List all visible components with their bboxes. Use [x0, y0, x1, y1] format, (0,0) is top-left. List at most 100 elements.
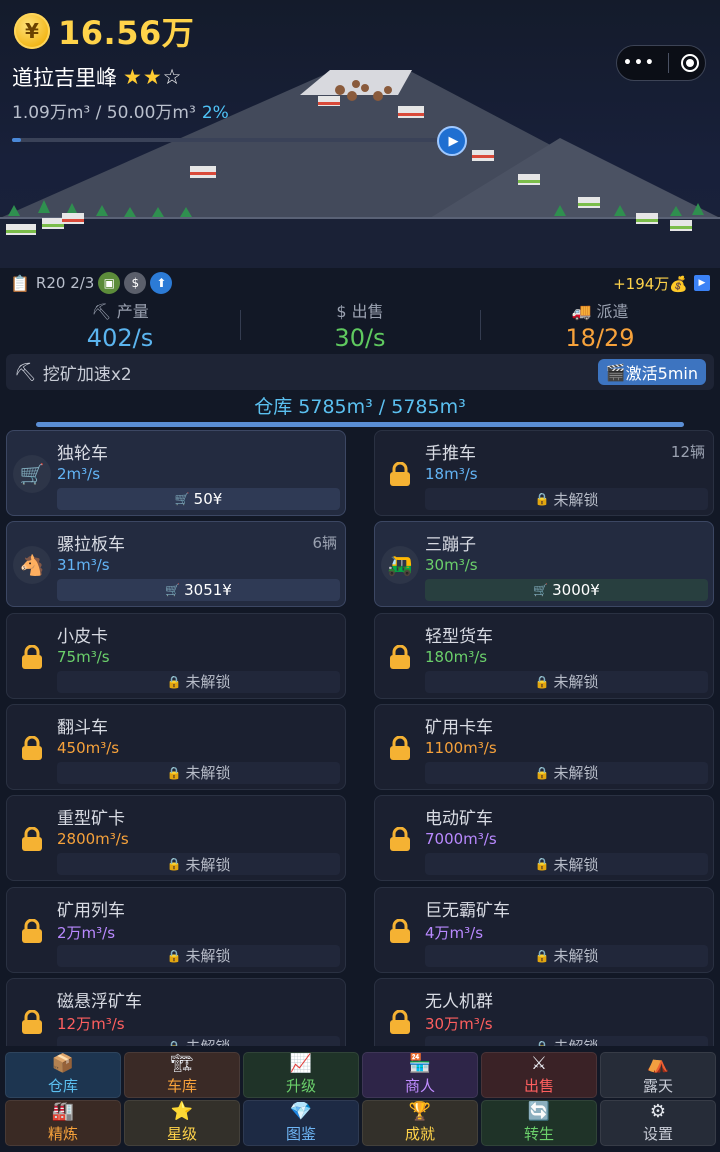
vehicle-name: 翻斗车 [57, 717, 108, 738]
production-value: 402/s [86, 324, 154, 352]
vehicle-rate: 75m³/s [57, 647, 110, 666]
gain-amount: +194万💰 [613, 274, 688, 293]
vehicle-card[interactable]: 翻斗车 450m³/s 🔒 未解锁 [6, 703, 346, 790]
cart-small-icon: 🛒 [174, 492, 190, 506]
star-empty-icon: ☆ [162, 65, 183, 89]
play-button[interactable]: ▶ [437, 126, 467, 156]
vehicle-card[interactable]: 重型矿卡 2800m³/s 🔒 未解锁 [6, 795, 346, 882]
dispatch-label: 派遣 [596, 302, 629, 321]
vehicle-rate: 4万m³/s [425, 923, 484, 942]
vehicle-button-label: 3000¥ [552, 581, 600, 600]
tuktuk-icon: 🛺 [381, 546, 419, 585]
lock-small-icon: 🔒 [534, 492, 550, 506]
shop-icon: 🏪 [408, 1053, 432, 1074]
buy-vehicle-button[interactable]: 🛒 3000¥ [425, 579, 708, 602]
vehicle-name: 三蹦子 [425, 535, 476, 556]
vehicle-rate: 30m³/s [425, 556, 478, 575]
buy-vehicle-button[interactable]: 🛒 50¥ [57, 488, 340, 510]
mine-stars: ★★☆ [123, 65, 182, 89]
cart-small-icon: 🛒 [533, 583, 549, 598]
warehouse-bar [36, 422, 684, 427]
vehicle-rate: 18m³/s [425, 465, 478, 483]
star-icon: ⭐ [170, 1101, 194, 1122]
vehicle-name: 小皮卡 [57, 626, 108, 647]
mine-title: 道拉吉里峰 ★★☆ [12, 62, 182, 92]
vehicle-name: 矿用列车 [57, 900, 125, 921]
vehicle-card[interactable]: 矿用列车 2万m³/s 🔒 未解锁 [6, 886, 346, 973]
vehicle-button-label: 3051¥ [184, 581, 232, 600]
nav-camp[interactable]: ⛺ 露天 [600, 1052, 716, 1098]
mine-progress-volume: 1.09万m³ / 50.00万m³ [12, 103, 196, 123]
vehicle-card[interactable]: 磁悬浮矿车 12万m³/s 🔒未解锁 [6, 977, 346, 1046]
gem-icon: 💎 [289, 1101, 313, 1122]
nav-garage[interactable]: 🏗 车库 [124, 1052, 240, 1098]
vehicle-card[interactable]: 巨无霸矿车 4万m³/s 🔒 未解锁 [374, 886, 714, 973]
vehicle-name: 重型矿卡 [57, 809, 125, 830]
cart-icon: 🛒 [13, 455, 51, 493]
vehicle-card[interactable]: 矿用卡车 1100m³/s 🔒 未解锁 [374, 703, 714, 790]
vehicle-button-label: 50¥ [193, 490, 223, 508]
pickaxe-icon: ⛏ [14, 361, 37, 383]
vehicle-rate: 180m³/s [425, 647, 488, 666]
factory-icon: 🏭 [51, 1101, 75, 1122]
locked-button: 🔒未解锁 [57, 1035, 340, 1046]
vehicle-name: 电动矿车 [425, 809, 493, 830]
nav-star[interactable]: ⭐ 星级 [124, 1100, 240, 1146]
production-label: 产量 [116, 302, 149, 321]
vehicle-card[interactable]: 电动矿车 7000m³/s 🔒 未解锁 [374, 795, 714, 882]
vehicle-card[interactable]: 轻型货车 180m³/s 🔒 未解锁 [374, 612, 714, 699]
nav-label: 转生 [523, 1125, 554, 1143]
lock-small-icon: 🔒 [535, 1040, 550, 1046]
nav-gem[interactable]: 💎 图鉴 [243, 1100, 359, 1146]
vehicle-card[interactable]: 手推车 18m³/s 12辆 🔒 未解锁 [374, 430, 714, 516]
lock-small-icon: 🔒 [534, 765, 550, 780]
locked-button: 🔒未解锁 [425, 944, 708, 967]
nav-trophy[interactable]: 🏆 成就 [362, 1100, 478, 1146]
stat-production: ⛏ 产量 402/s [0, 298, 240, 352]
vehicle-button-label: 未解锁 [553, 947, 599, 965]
vehicle-card[interactable]: 无人机群 30万m³/s 🔒未解锁 [374, 977, 714, 1046]
vehicle-name: 骡拉板车 [57, 535, 125, 556]
vehicle-name: 手推车 [425, 444, 476, 464]
play-small-icon[interactable]: ▶ [694, 275, 710, 291]
vehicle-card[interactable]: 小皮卡 75m³/s 🔒 未解锁 [6, 612, 346, 699]
nav-shop[interactable]: 🏪 商人 [362, 1052, 478, 1098]
vehicle-button-label: 未解锁 [185, 1036, 230, 1046]
locked-button: 🔒未解锁 [57, 670, 340, 693]
gear-icon: ⚙ [649, 1101, 667, 1122]
lock-icon [390, 918, 410, 943]
vehicle-button-label: 未解锁 [553, 855, 599, 874]
lock-small-icon: 🔒 [534, 948, 550, 963]
nav-factory[interactable]: 🏭 精炼 [5, 1100, 121, 1146]
horse-icon: 🐴 [13, 546, 51, 585]
box-badge-icon[interactable]: ▣ [98, 272, 121, 294]
vehicle-name: 矿用卡车 [425, 717, 493, 738]
nav-box[interactable]: 📦 仓库 [5, 1052, 121, 1098]
dollar-badge-icon[interactable]: $ [124, 272, 147, 294]
lock-icon [22, 644, 42, 669]
buy-vehicle-button[interactable]: 🛒 3051¥ [57, 579, 340, 602]
truck-icon: 🚚 [571, 302, 597, 321]
more-icon[interactable]: ••• [623, 55, 656, 71]
vehicle-card[interactable]: 🐴 骡拉板车 31m³/s 6辆 🛒 3051¥ [6, 521, 346, 608]
upgrade-badge-icon[interactable]: ⬆ [150, 272, 173, 294]
offline-gain[interactable]: +194万💰 ▶ [613, 273, 710, 294]
vehicle-name: 巨无霸矿车 [425, 900, 510, 921]
activate-boost-button[interactable]: 🎬 激活5min [597, 359, 706, 385]
locked-button: 🔒未解锁 [57, 853, 340, 876]
boost-label: 挖矿加速x2 [42, 364, 132, 385]
vehicle-card[interactable]: 🛺 三蹦子 30m³/s 🛒 3000¥ [374, 521, 714, 608]
lock-icon [390, 735, 410, 760]
round-text: R20 2/3 [35, 274, 95, 292]
vehicle-card[interactable]: 🛒 独轮车 2m³/s 🛒 50¥ [6, 430, 346, 516]
info-row: 📋 R20 2/3 ▣ $ ⬆ +194万💰 ▶ [0, 268, 720, 298]
nav-gear[interactable]: ⚙ 设置 [600, 1100, 716, 1146]
vehicle-button-label: 未解锁 [553, 673, 599, 692]
lock-small-icon: 🔒 [167, 1040, 182, 1046]
nav-swords[interactable]: ⚔ 出售 [481, 1052, 597, 1098]
garage-icon: 🏗 [170, 1053, 194, 1074]
nav-refresh[interactable]: 🔄 转生 [481, 1100, 597, 1146]
nav-chart-up[interactable]: 📈 升级 [243, 1052, 359, 1098]
close-target-icon[interactable] [680, 54, 699, 72]
lock-icon [22, 735, 42, 760]
